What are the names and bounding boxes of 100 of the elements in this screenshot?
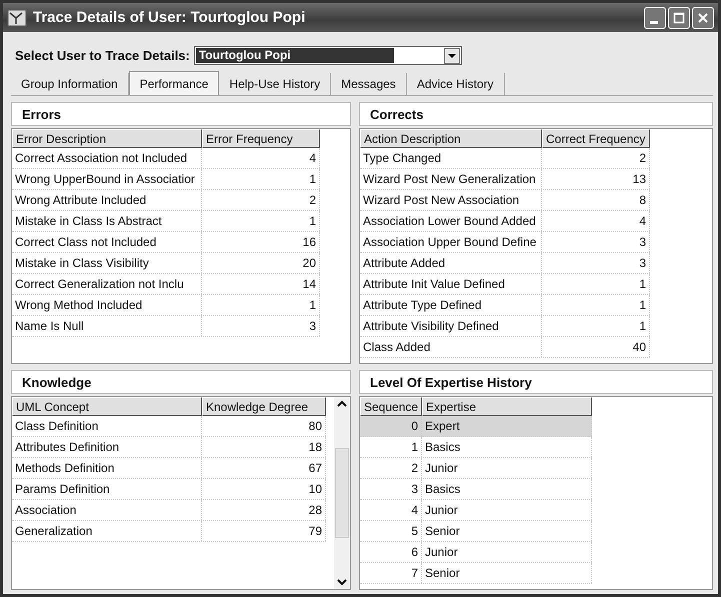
table-cell: 4 [360,500,422,520]
table-row[interactable]: 2 Junior [360,458,592,479]
table-cell: Class Added [360,337,542,357]
table-row[interactable]: Attributes Definition 18 [12,437,326,458]
column-header[interactable]: Expertise [422,397,592,416]
table-row[interactable]: Attribute Added 3 [360,253,650,274]
table-cell: 14 [202,274,320,294]
table-cell: 2 [202,190,320,210]
table-cell: 1 [202,211,320,231]
tab[interactable]: Performance [128,71,220,95]
table-cell: 16 [202,232,320,252]
table-row[interactable]: 0 Expert [360,416,592,437]
table-cell: Correct Class not Included [12,232,202,252]
table-cell: 1 [202,295,320,315]
table-cell: Attribute Init Value Defined [360,274,542,294]
table-cell: 79 [202,521,326,541]
table-cell: Methods Definition [12,458,202,478]
table-row[interactable]: 7 Senior [360,563,592,584]
table-row[interactable]: Wrong Attribute Included 2 [12,190,320,211]
table-row[interactable]: Mistake in Class Visibility 20 [12,253,320,274]
table-row[interactable]: Association Upper Bound Define 3 [360,232,650,253]
column-header[interactable]: Knowledge Degree [202,397,326,416]
close-icon [697,12,709,24]
table-cell: Senior [422,521,592,541]
table-row[interactable]: Wizard Post New Association 8 [360,190,650,211]
maximize-icon [673,12,685,24]
panel-title: Level Of Expertise History [370,374,532,390]
table-cell: Mistake in Class Is Abstract [12,211,202,231]
table-cell: Wrong Attribute Included [12,190,202,210]
table-row[interactable]: Methods Definition 67 [12,458,326,479]
table-row[interactable]: Attribute Visibility Defined 1 [360,316,650,337]
column-header[interactable]: Correct Frequency [542,129,650,148]
table-cell: 0 [360,416,422,436]
table-row[interactable]: Mistake in Class Is Abstract 1 [12,211,320,232]
close-button[interactable] [692,6,714,28]
table-row[interactable]: Association Lower Bound Added 4 [360,211,650,232]
table-cell: 2 [360,458,422,478]
table-cell: 3 [542,232,650,252]
table-cell: Correct Generalization not Inclu [12,274,202,294]
table-row[interactable]: Attribute Init Value Defined 1 [360,274,650,295]
minimize-button[interactable] [644,6,666,28]
table-cell: 1 [202,169,320,189]
table-cell: 2 [542,148,650,168]
table-row[interactable]: Type Changed 2 [360,148,650,169]
table-cell: Attribute Type Defined [360,295,542,315]
table-row[interactable]: Wizard Post New Generalization 13 [360,169,650,190]
window-app-icon [7,8,27,26]
table-cell: Expert [422,416,592,436]
table-cell: 1 [360,437,422,457]
table-row[interactable]: Name Is Null 3 [12,316,320,337]
table-cell: 13 [542,169,650,189]
table-cell: Junior [422,542,592,562]
table-cell: 1 [542,295,650,315]
panel-title: Knowledge [22,374,92,390]
user-dropdown[interactable]: Tourtoglou Popi [194,46,462,65]
table-cell: Association [12,500,202,520]
table-row[interactable]: Class Added 40 [360,337,650,358]
table-cell: Name Is Null [12,316,202,336]
table-row[interactable]: 1 Basics [360,437,592,458]
table-cell: 7 [360,563,422,583]
column-header[interactable]: Error Frequency [202,129,320,148]
table-row[interactable]: Wrong Method Included 1 [12,295,320,316]
table-row[interactable]: Wrong UpperBound in Associatior 1 [12,169,320,190]
table-cell: Attribute Added [360,253,542,273]
column-header[interactable]: UML Concept [12,397,202,416]
table-row[interactable]: Association 28 [12,500,326,521]
table-row[interactable]: Class Definition 80 [12,416,326,437]
table-cell: Wrong Method Included [12,295,202,315]
column-header[interactable]: Sequence [360,397,422,416]
maximize-button[interactable] [668,6,690,28]
vertical-scrollbar[interactable] [334,397,350,589]
table-cell: Basics [422,437,592,457]
table-cell: Correct Association not Included [12,148,202,168]
table-row[interactable]: Params Definition 10 [12,479,326,500]
table-cell: 6 [360,542,422,562]
table-cell: Attributes Definition [12,437,202,457]
table-cell: 18 [202,437,326,457]
table-row[interactable]: 4 Junior [360,500,592,521]
table-row[interactable]: Attribute Type Defined 1 [360,295,650,316]
table-row[interactable]: Generalization 79 [12,521,326,542]
column-header[interactable]: Error Description [12,129,202,148]
table-row[interactable]: 5 Senior [360,521,592,542]
table-row[interactable]: Correct Association not Included 4 [12,148,320,169]
table-row[interactable]: 6 Junior [360,542,592,563]
table-cell: 1 [542,316,650,336]
table-cell: 67 [202,458,326,478]
table-cell: Mistake in Class Visibility [12,253,202,273]
table-cell: 3 [542,253,650,273]
table-cell: 4 [202,148,320,168]
table-row[interactable]: 3 Basics [360,479,592,500]
table-row[interactable]: Correct Generalization not Inclu 14 [12,274,320,295]
table-cell: Basics [422,479,592,499]
table-cell: Type Changed [360,148,542,168]
column-header[interactable]: Action Description [360,129,542,148]
table-cell: 28 [202,500,326,520]
table-row[interactable]: Correct Class not Included 16 [12,232,320,253]
scroll-thumb[interactable] [335,448,349,538]
table-cell: Junior [422,500,592,520]
table-cell: 4 [542,211,650,231]
minimize-icon [650,20,658,24]
